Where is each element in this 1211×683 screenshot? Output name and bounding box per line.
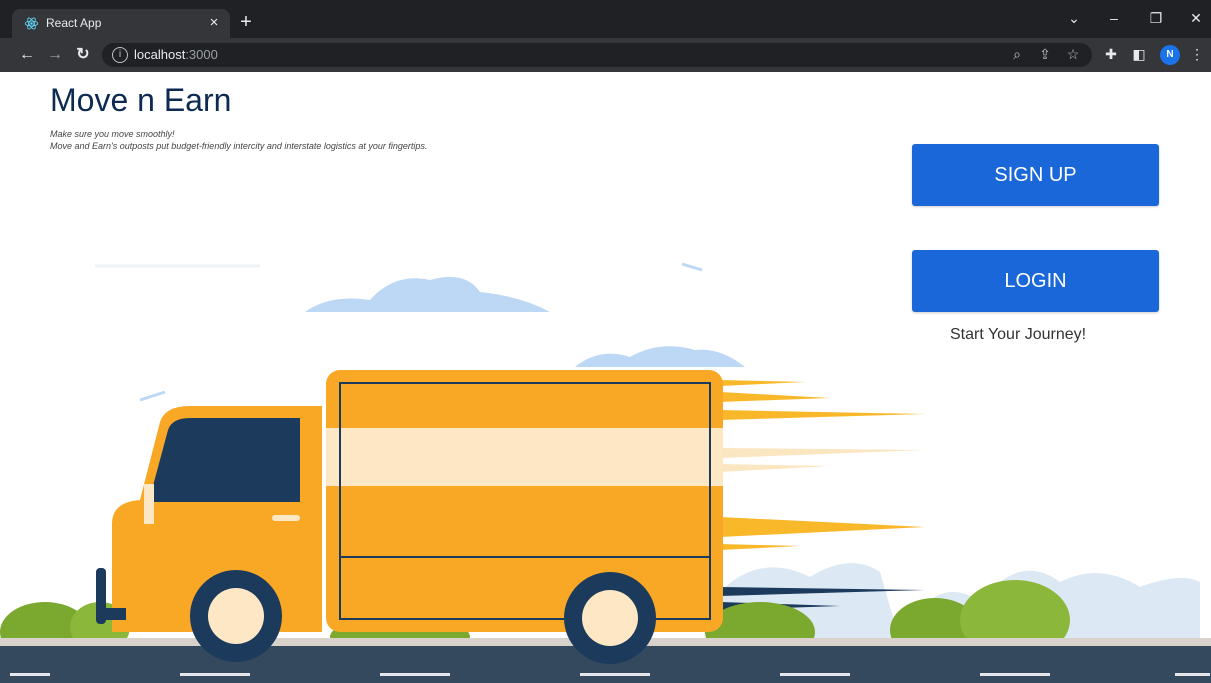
menu-kebab-icon[interactable]: ⋮ <box>1188 46 1206 63</box>
delivery-truck-illustration <box>0 262 1211 683</box>
share-icon[interactable]: ⇪ <box>1036 46 1054 63</box>
forward-icon[interactable]: → <box>44 44 66 66</box>
address-bar[interactable]: i localhost:3000 ⌕ ⇪ ☆ <box>102 43 1092 67</box>
extensions-puzzle-icon[interactable]: ✚ <box>1102 46 1120 63</box>
restore-icon[interactable]: ❐ <box>1146 10 1166 27</box>
tagline-line-1: Make sure you move smoothly! <box>50 129 175 139</box>
profile-avatar[interactable]: N <box>1160 45 1180 65</box>
bookmark-star-icon[interactable]: ☆ <box>1064 46 1082 63</box>
tab-strip: React App × + ⌄ – ❐ ✕ <box>0 0 1211 38</box>
new-tab-icon[interactable]: + <box>236 12 256 32</box>
minimize-icon[interactable]: – <box>1104 10 1124 26</box>
zoom-icon[interactable]: ⌕ <box>1008 46 1026 63</box>
page-title: Move n Earn <box>50 82 232 118</box>
react-icon <box>24 17 39 30</box>
tagline-line-2: Move and Earn's outposts put budget-frie… <box>50 141 428 151</box>
tab-react-app[interactable]: React App × <box>12 9 230 38</box>
info-icon[interactable]: i <box>112 47 128 63</box>
browser-toolbar: ← → ↻ i localhost:3000 ⌕ ⇪ ☆ ✚ ◧ N ⋮ <box>0 38 1211 72</box>
url-text: localhost:3000 <box>134 47 218 62</box>
page-content: Move n Earn Make sure you move smoothly!… <box>0 72 1211 683</box>
tab-search-icon[interactable]: ⌄ <box>1064 10 1084 27</box>
start-journey-text: Start Your Journey! <box>950 326 1087 343</box>
back-icon[interactable]: ← <box>16 44 38 66</box>
tagline: Make sure you move smoothly! Move and Ea… <box>50 128 427 152</box>
tab-close-icon[interactable]: × <box>205 14 223 32</box>
side-panel-icon[interactable]: ◧ <box>1130 46 1148 63</box>
url-port: :3000 <box>185 47 218 62</box>
close-window-icon[interactable]: ✕ <box>1186 10 1206 27</box>
browser-chrome: React App × + ⌄ – ❐ ✕ ← → ↻ i localhost:… <box>0 0 1211 72</box>
tab-title: React App <box>46 16 102 30</box>
reload-icon[interactable]: ↻ <box>72 44 94 66</box>
url-host: localhost <box>134 47 186 62</box>
sign-up-button[interactable]: SIGN UP <box>912 144 1159 206</box>
login-button[interactable]: LOGIN <box>912 250 1159 312</box>
